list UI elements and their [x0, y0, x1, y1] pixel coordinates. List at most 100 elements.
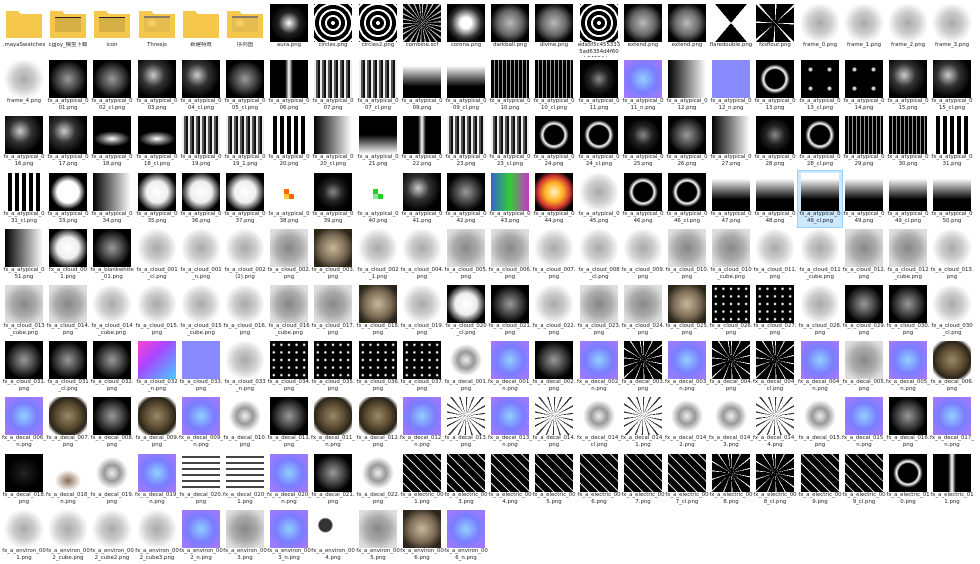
file-item[interactable]: fx_a_cloud_007.png — [532, 227, 576, 283]
file-item[interactable]: fx_a_atypical_0 09.png — [400, 58, 444, 114]
file-item[interactable]: fx_a_decal_020.png — [179, 452, 223, 508]
file-item[interactable]: fx_a_atypical_0 10.png — [488, 58, 532, 114]
file-item[interactable]: fx_a_atypical_0 11_n.png — [621, 58, 665, 114]
file-item[interactable]: fx_a_environ_00 5.png — [356, 508, 400, 564]
file-item[interactable]: fx_a_atypical_0 11.png — [577, 58, 621, 114]
file-item[interactable]: divine.png — [532, 2, 576, 58]
file-item[interactable]: extend.png — [665, 2, 709, 58]
file-item[interactable]: fx_a_atypical_0 09_cl.png — [444, 58, 488, 114]
file-item[interactable]: fx_a_cloud_024.png — [621, 283, 665, 339]
file-item[interactable]: fx_a_atypical_0 05_cl.png — [223, 58, 267, 114]
file-item[interactable]: fx_a_atypical_0 33.png — [46, 171, 90, 227]
file-item[interactable]: fx_a_atypical_0 27.png — [709, 114, 753, 170]
folder-item[interactable]: .mayaSwatches — [2, 2, 46, 58]
file-item[interactable]: fx_a_electric_00 9.png — [798, 452, 842, 508]
file-item[interactable]: fx_a_atypical_0 31_cl.png — [2, 171, 46, 227]
file-item[interactable]: fx_a_decal_005.png — [842, 339, 886, 395]
file-item[interactable]: fx_a_cloud_034.png — [267, 339, 311, 395]
file-item[interactable]: fx_a_atypical_0 38.png — [267, 171, 311, 227]
file-item[interactable]: fx_a_environ_00 6.png — [400, 508, 444, 564]
file-item[interactable]: aura.png — [267, 2, 311, 58]
file-item[interactable]: fx_a_atypical_0 03.png — [135, 58, 179, 114]
file-item[interactable]: eda5f5c455333 5ad6354d4f60 b84504.jpg — [577, 2, 621, 58]
file-item[interactable]: fx_a_decal_002_n.png — [577, 339, 621, 395]
file-item[interactable]: fx_a_cloud_017.png — [311, 283, 355, 339]
file-item[interactable]: fx_a_electric_01 1.png — [930, 452, 974, 508]
file-item[interactable]: fx_a_decal_010.png — [223, 395, 267, 451]
file-item[interactable]: fx_a_atypical_0 19_1.png — [223, 114, 267, 170]
file-item[interactable]: fx_a_cloud_010_cube.png — [709, 227, 753, 283]
file-item[interactable]: fx_a_atypical_0 49_cl.png — [886, 171, 930, 227]
file-item[interactable]: fx_a_atypical_0 10_cl.png — [532, 58, 576, 114]
folder-item[interactable]: icon — [90, 2, 134, 58]
file-item[interactable]: fx_a_cloud_001_cl.png — [135, 227, 179, 283]
file-item[interactable]: fx_a_cloud_037.png — [400, 339, 444, 395]
file-item[interactable]: flaredouble.png — [709, 2, 753, 58]
file-item[interactable]: fx_a_cloud_027.png — [753, 283, 797, 339]
file-item[interactable]: fx_a_decal_019.png — [90, 452, 134, 508]
file-item[interactable]: fx_a_atypical_0 13_cl.png — [798, 58, 842, 114]
file-item[interactable]: fx_a_electric_00 1.png — [400, 452, 444, 508]
file-item[interactable]: fx_a_environ_00 2_cube3.png — [135, 508, 179, 564]
file-item[interactable]: fx_a_electric_01 0.png — [886, 452, 930, 508]
file-item[interactable]: fx_a_cloud_021.png — [488, 283, 532, 339]
file-item[interactable]: fx_a_electric_00 6.png — [577, 452, 621, 508]
file-item[interactable]: fx_a_cloud_005.png — [444, 227, 488, 283]
file-item[interactable]: fx_a_decal_008.png — [90, 395, 134, 451]
file-item[interactable]: fx_a_atypical_0 49.png — [842, 171, 886, 227]
file-item[interactable]: fx_a_atypical_0 46_cl.png — [665, 171, 709, 227]
file-item[interactable]: fx_a_cloud_015.png — [135, 283, 179, 339]
file-item[interactable]: fx_a_decal_004_cl.png — [753, 339, 797, 395]
folder-item[interactable]: cgjoy_模型下载 — [46, 2, 90, 58]
file-item[interactable]: fx_a_cloud_014.png — [46, 283, 90, 339]
folder-item[interactable]: Threejs — [135, 2, 179, 58]
file-item[interactable]: fx_a_atypical_0 28_cl.png — [798, 114, 842, 170]
file-item[interactable]: fx_a_electric_00 9_cl.png — [842, 452, 886, 508]
file-item[interactable]: fx_a_atypical_0 46.png — [621, 171, 665, 227]
file-item[interactable]: fx_a_decal_014_4.png — [753, 395, 797, 451]
file-item[interactable]: fx_a_electric_00 7_cl.png — [665, 452, 709, 508]
file-item[interactable]: fx_a_decal_009.png — [135, 395, 179, 451]
file-item[interactable]: fx_a_cloud_029.png — [842, 283, 886, 339]
file-item[interactable]: fx_a_cloud_031.png — [2, 339, 46, 395]
file-item[interactable]: fx_a_atypical_0 23.png — [444, 114, 488, 170]
folder-item[interactable]: 序列图 — [223, 2, 267, 58]
file-item[interactable]: corona.png — [444, 2, 488, 58]
file-item[interactable]: frame_4.png — [2, 58, 46, 114]
file-item[interactable]: fx_a_atypical_0 12_n.png — [709, 58, 753, 114]
file-item[interactable]: fxsflour.png — [753, 2, 797, 58]
file-item[interactable]: fx_a_cloud_012_cube.png — [886, 227, 930, 283]
file-item[interactable]: fx_a_atypical_0 30.png — [886, 114, 930, 170]
file-item[interactable]: fx_a_decal_006.png — [930, 339, 974, 395]
file-item[interactable]: frame_1.png — [842, 2, 886, 58]
file-item[interactable]: fx_a_atypical_0 21.png — [356, 114, 400, 170]
file-item[interactable]: fx_a_atypical_0 23_cl.png — [488, 114, 532, 170]
file-item[interactable]: fx_a_decal_014.png — [532, 395, 576, 451]
file-item[interactable]: fx_a_cloud_008_cl.png — [577, 227, 621, 283]
file-item[interactable]: fx_a_cloud_009.png — [621, 227, 665, 283]
file-item[interactable]: fx_a_cloud_006.png — [488, 227, 532, 283]
file-item[interactable]: fx_a_decal_001.png — [444, 339, 488, 395]
file-item[interactable]: fx_a_environ_00 1.png — [2, 508, 46, 564]
file-item[interactable]: fx_a_atypical_0 12.png — [665, 58, 709, 114]
file-item[interactable]: fx_a_atypical_0 06.png — [267, 58, 311, 114]
file-item[interactable]: fx_a_decal_004.png — [709, 339, 753, 395]
file-item[interactable]: fx_a_environ_00 3_n.png — [267, 508, 311, 564]
file-item[interactable]: fx_a_cloud_031_cl.png — [46, 339, 90, 395]
file-item[interactable]: fx_a_atypical_0 45.png — [577, 171, 621, 227]
file-item[interactable]: fx_a_environ_00 2_n.png — [179, 508, 223, 564]
file-item[interactable]: darkball.png — [488, 2, 532, 58]
file-item[interactable]: fx_a_decal_004_n.png — [798, 339, 842, 395]
file-item[interactable]: fx_a_atypical_0 14.png — [842, 58, 886, 114]
file-item[interactable]: fx_a_decal_005_n.png — [886, 339, 930, 395]
file-item[interactable]: fx_a_atypical_0 20.png — [267, 114, 311, 170]
file-item[interactable]: fx_a_electric_00 4.png — [488, 452, 532, 508]
file-item[interactable]: fx_a_cloud_002 (2).png — [223, 227, 267, 283]
file-item[interactable]: fx_a_cloud_025.png — [665, 283, 709, 339]
file-item[interactable]: fx_a_blankwhite_01.png — [90, 227, 134, 283]
file-item[interactable]: fx_a_decal_020_1.png — [223, 452, 267, 508]
file-item[interactable]: fx_a_decal_014_cl.png — [577, 395, 621, 451]
file-item[interactable]: fx_a_cloud_002.png — [267, 227, 311, 283]
file-item[interactable]: fx_a_atypical_0 15.png — [886, 58, 930, 114]
file-item[interactable]: fx_a_decal_022.png — [356, 452, 400, 508]
